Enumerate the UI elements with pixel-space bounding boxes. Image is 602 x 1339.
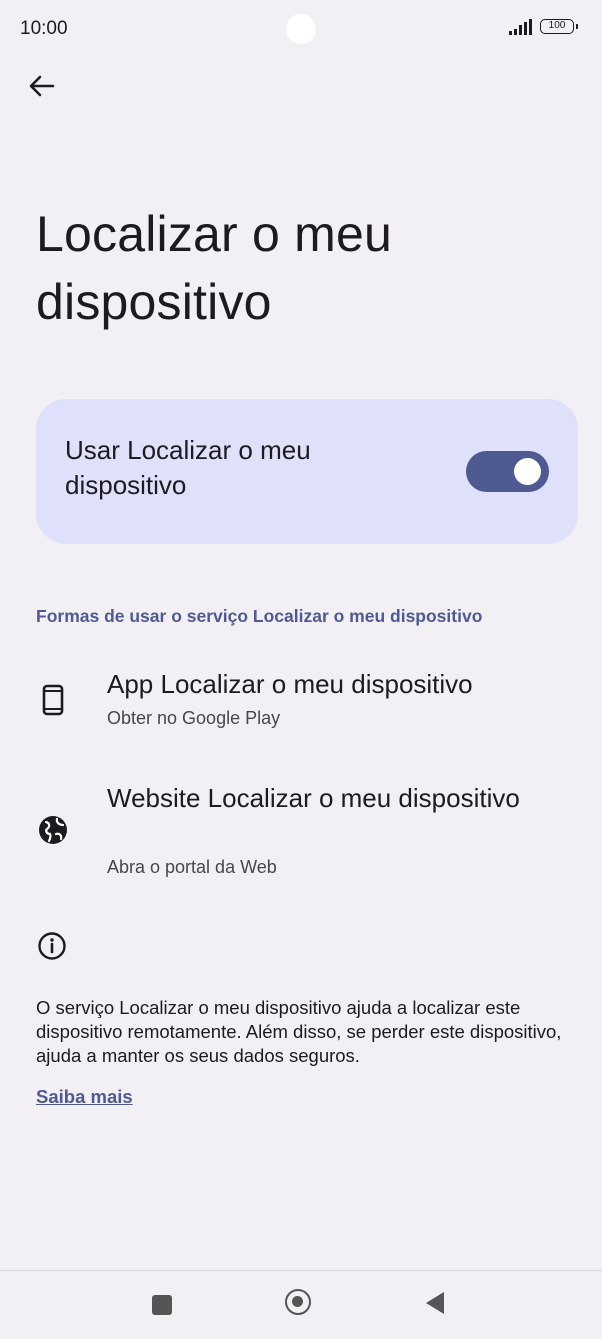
home-button[interactable] bbox=[285, 1289, 311, 1315]
option-website-subtitle: Abra o portal da Web bbox=[107, 857, 277, 877]
recents-button[interactable] bbox=[152, 1295, 172, 1315]
battery-tip bbox=[576, 24, 578, 29]
section-header: Formas de usar o serviço Localizar o meu… bbox=[36, 606, 483, 626]
back-button[interactable] bbox=[22, 66, 62, 106]
find-my-device-switch[interactable] bbox=[466, 451, 549, 492]
option-website-title: Website Localizar o meu dispositivo bbox=[107, 783, 520, 813]
navigation-bar bbox=[0, 1270, 602, 1339]
switch-knob bbox=[514, 458, 541, 485]
option-app-subtitle: Obter no Google Play bbox=[107, 708, 281, 728]
learn-more-link[interactable]: Saiba mais bbox=[36, 1086, 133, 1108]
option-website[interactable]: Website Localizar o meu dispositivo Abra… bbox=[0, 778, 602, 888]
toggle-label: Usar Localizar o meu dispositivo bbox=[65, 435, 311, 500]
camera-cutout bbox=[286, 14, 316, 44]
globe-icon bbox=[36, 813, 70, 847]
arrow-back-icon bbox=[29, 75, 55, 97]
signal-icon bbox=[509, 19, 532, 35]
smartphone-icon bbox=[36, 683, 70, 717]
option-app-title: App Localizar o meu dispositivo bbox=[107, 669, 473, 699]
status-time: 10:00 bbox=[20, 18, 68, 39]
page-title: Localizar o meu dispositivo bbox=[36, 206, 392, 330]
status-bar: 10:00 100 bbox=[0, 0, 602, 60]
info-description: O serviço Localizar o meu dispositivo aj… bbox=[36, 997, 562, 1066]
main-toggle-card[interactable]: Usar Localizar o meu dispositivo bbox=[36, 399, 578, 544]
battery-level: 100 bbox=[548, 20, 566, 31]
battery-icon: 100 bbox=[540, 19, 574, 34]
info-icon bbox=[38, 932, 66, 960]
nav-back-button[interactable] bbox=[426, 1292, 444, 1314]
option-app[interactable]: App Localizar o meu dispositivo Obter no… bbox=[0, 664, 602, 744]
